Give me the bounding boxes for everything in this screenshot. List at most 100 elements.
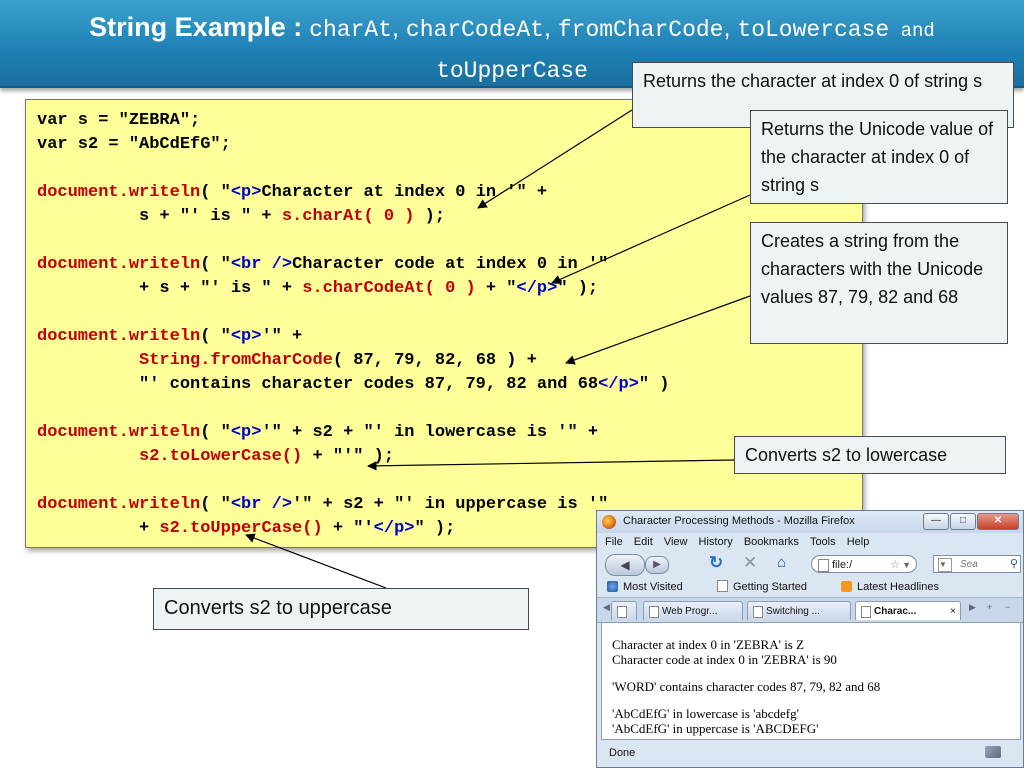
menu-bookmarks[interactable]: Bookmarks: [744, 533, 799, 551]
tab-scroll-right-icon[interactable]: ▶: [969, 602, 976, 613]
output-line: 'AbCdEfG' in lowercase is 'abcdefg': [612, 706, 799, 721]
title-sep: ,: [723, 14, 738, 42]
output-line: Character at index 0 in 'ZEBRA' is Z: [612, 637, 805, 652]
tab-overflow[interactable]: ...: [611, 601, 637, 620]
code-text: "' contains character codes 87, 79, 82 a…: [37, 375, 599, 394]
bookmark-star-icon[interactable]: ☆: [890, 556, 900, 574]
code-keyword: document.writeln: [37, 423, 201, 442]
maximize-button[interactable]: □: [950, 513, 976, 530]
bookmark-getting-started[interactable]: Getting Started: [717, 580, 807, 594]
reload-icon[interactable]: ↻: [709, 553, 723, 573]
code-keyword: document.writeln: [37, 183, 201, 202]
window-title: Character Processing Methods - Mozilla F…: [623, 515, 855, 527]
code-keyword: document.writeln: [37, 495, 201, 514]
stop-icon[interactable]: ✕: [743, 553, 757, 573]
code-html-tag: </p>: [373, 519, 415, 538]
callout-touppercase: Converts s2 to uppercase: [153, 588, 529, 630]
page-icon: [717, 580, 728, 592]
code-text: Character code at index 0 in '": [292, 255, 609, 274]
code-text: '" + s2 + "' in lowercase is '" +: [261, 423, 599, 442]
tab-scroll-left-icon[interactable]: ◀: [603, 602, 610, 613]
code-text: '" +: [261, 327, 303, 346]
page-output: Character at index 0 in 'ZEBRA' is Z Cha…: [612, 627, 880, 736]
menu-history[interactable]: History: [699, 533, 733, 551]
search-input[interactable]: ▼ Sea ⚲: [933, 555, 1021, 573]
title-method-charcodeat: charCodeAt: [405, 17, 544, 43]
tab-character-processing[interactable]: Charac... ×: [855, 601, 961, 620]
code-method-touppercase: s2.toUpperCase(): [159, 519, 323, 538]
code-html-tag: <br />: [230, 255, 293, 274]
menu-file[interactable]: File: [605, 533, 623, 551]
code-html-tag: <p>: [230, 327, 262, 346]
callout-fromcharcode: Creates a string from the characters wit…: [750, 222, 1008, 344]
code-text: + ": [475, 279, 517, 298]
code-text: ( ": [200, 423, 231, 442]
title-sep: ,: [392, 14, 406, 42]
code-text: ( ": [200, 183, 231, 202]
code-keyword: document.writeln: [37, 255, 201, 274]
menu-help[interactable]: Help: [847, 533, 870, 551]
tab-switching[interactable]: Switching ...: [747, 601, 851, 620]
code-text: ( 87, 79, 82, 68 ) +: [332, 351, 537, 370]
code-text: ( ": [200, 327, 231, 346]
code-text: s + "' is " +: [37, 207, 282, 226]
tab-list-icon[interactable]: −: [1005, 602, 1010, 612]
code-text: ( ": [200, 255, 231, 274]
tab-close-icon[interactable]: ×: [950, 602, 956, 620]
tab-label: ...: [618, 606, 627, 617]
rss-feed-icon: [841, 581, 852, 592]
back-button[interactable]: ◀: [605, 554, 645, 576]
bookmark-latest-headlines[interactable]: Latest Headlines: [841, 580, 939, 594]
code-method-charcodeat: s.charCodeAt( 0 ): [302, 279, 476, 298]
firefox-logo-icon: [602, 515, 616, 529]
code-text: " ): [638, 375, 670, 394]
code-text: " );: [414, 519, 456, 538]
code-line: var s = "ZEBRA";: [37, 111, 201, 130]
title-method-fromcharcode: fromCharCode: [557, 17, 724, 43]
code-method-tolowercase: s2.toLowerCase(): [139, 447, 303, 466]
title-method-touppercase: toUpperCase: [436, 58, 588, 84]
code-html-tag: </p>: [598, 375, 639, 394]
code-html-tag: <p>: [230, 423, 262, 442]
output-line: 'WORD' contains character codes 87, 79, …: [612, 679, 881, 694]
code-listing-box: var s = "ZEBRA"; var s2 = "AbCdEfG"; doc…: [25, 99, 863, 548]
new-tab-icon[interactable]: +: [987, 602, 992, 612]
bookmark-most-visited[interactable]: Most Visited: [607, 580, 683, 594]
search-engine-icon[interactable]: ▼: [938, 558, 952, 572]
title-method-charat: charAt: [309, 17, 392, 43]
menu-view[interactable]: View: [664, 533, 688, 551]
menu-edit[interactable]: Edit: [634, 533, 653, 551]
bookmark-label: Getting Started: [733, 581, 807, 593]
url-dropdown-icon[interactable]: ▼: [902, 556, 911, 574]
code-text: " );: [557, 279, 599, 298]
home-icon[interactable]: ⌂: [777, 554, 786, 571]
code-text: );: [414, 207, 446, 226]
menu-tools[interactable]: Tools: [810, 533, 836, 551]
window-titlebar: Character Processing Methods - Mozilla F…: [597, 511, 1023, 533]
title-bold: String Example :: [89, 12, 303, 42]
minimize-button[interactable]: —: [923, 513, 949, 530]
code-html-tag: <p>: [230, 183, 262, 202]
tab-web-programming[interactable]: Web Progr...: [643, 601, 743, 620]
forward-button[interactable]: ▶: [645, 556, 669, 574]
title-and: and: [889, 20, 935, 42]
search-icon[interactable]: ⚲: [1010, 556, 1018, 573]
code-line: var s2 = "AbCdEfG";: [37, 135, 231, 154]
code-method-charat: s.charAt( 0 ): [281, 207, 415, 226]
output-line: 'AbCdEfG' in uppercase is 'ABCDEFG': [612, 721, 819, 736]
url-bar[interactable]: file:/ ☆ ▼: [811, 555, 917, 573]
code-text: ( ": [200, 495, 231, 514]
firefox-window: Character Processing Methods - Mozilla F…: [596, 510, 1024, 768]
navigation-toolbar: ◀ ▶ ↻ ✕ ⌂ file:/ ☆ ▼ ▼ Sea ⚲: [597, 551, 1023, 577]
close-button[interactable]: ✕: [977, 513, 1019, 530]
window-controls: — □ ✕: [922, 513, 1019, 530]
callout-charcodeat: Returns the Unicode value of the charact…: [750, 110, 1008, 204]
callout-tolowercase: Converts s2 to lowercase: [734, 436, 1006, 474]
code-listing: var s = "ZEBRA"; var s2 = "AbCdEfG"; doc…: [37, 109, 670, 541]
status-icon: [985, 746, 1001, 758]
status-text: Done: [609, 747, 636, 759]
page-content: Character at index 0 in 'ZEBRA' is Z Cha…: [601, 622, 1021, 740]
title-method-tolowercase: toLowercase: [737, 17, 890, 43]
